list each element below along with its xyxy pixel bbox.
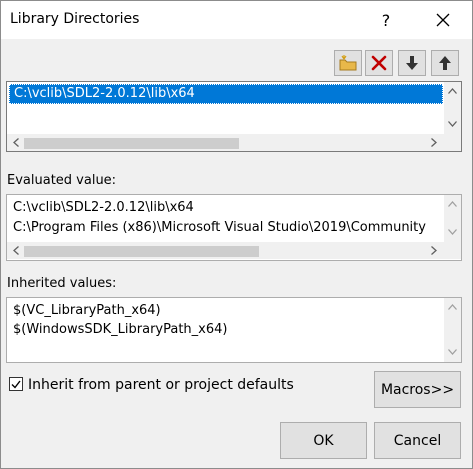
- chevron-right-icon: [430, 246, 437, 255]
- inherited-values-label: Inherited values:: [7, 276, 117, 291]
- evaluated-value-box[interactable]: C:\vclib\SDL2-2.0.12\lib\x64 C:\Program …: [6, 194, 462, 261]
- chevron-right-icon: [430, 138, 437, 147]
- scroll-down-arrow[interactable]: [444, 223, 461, 240]
- evaluated-line: C:\vclib\SDL2-2.0.12\lib\x64: [13, 200, 194, 215]
- scroll-corner: [444, 242, 461, 259]
- library-directories-dialog: Library Directories ? C:\vclib\SDL2-2.0.…: [0, 0, 473, 469]
- dialog-title: Library Directories: [10, 11, 140, 27]
- close-button[interactable]: [421, 1, 465, 39]
- cancel-button-label: Cancel: [393, 432, 442, 449]
- inherited-values-box[interactable]: $(VC_LibraryPath_x64) $(WindowsSDK_Libra…: [6, 297, 462, 363]
- arrow-up-icon: [439, 56, 451, 70]
- macros-button-label: Macros>>: [380, 381, 455, 398]
- ok-button-label: OK: [313, 432, 334, 449]
- scroll-down-arrow[interactable]: [444, 343, 461, 360]
- list-item-text: C:\vclib\SDL2-2.0.12\lib\x64: [14, 86, 195, 101]
- scroll-up-arrow[interactable]: [444, 82, 461, 99]
- scroll-right-arrow[interactable]: [425, 242, 442, 259]
- list-item-selected[interactable]: C:\vclib\SDL2-2.0.12\lib\x64: [9, 84, 443, 104]
- chevron-down-icon: [448, 228, 457, 235]
- arrow-down-icon: [406, 56, 418, 70]
- delete-line-button[interactable]: [365, 50, 393, 76]
- scroll-thumb[interactable]: [24, 138, 239, 149]
- cancel-button[interactable]: Cancel: [374, 422, 461, 459]
- chevron-up-icon: [448, 200, 457, 207]
- vertical-scrollbar[interactable]: [444, 82, 461, 134]
- help-button[interactable]: ?: [367, 1, 405, 39]
- inherited-line: $(VC_LibraryPath_x64): [13, 303, 161, 318]
- inherit-checkbox[interactable]: [9, 377, 23, 391]
- folder-new-icon: [339, 55, 357, 71]
- move-up-button[interactable]: [431, 50, 459, 76]
- chevron-up-icon: [448, 303, 457, 310]
- chevron-up-icon: [448, 87, 457, 94]
- scroll-up-arrow[interactable]: [444, 298, 461, 315]
- directories-list[interactable]: C:\vclib\SDL2-2.0.12\lib\x64: [6, 81, 462, 152]
- chevron-down-icon: [448, 348, 457, 355]
- close-icon: [436, 13, 450, 27]
- inherit-checkbox-label[interactable]: Inherit from parent or project defaults: [28, 377, 294, 393]
- scroll-corner: [444, 134, 461, 151]
- ok-button[interactable]: OK: [280, 422, 367, 459]
- horizontal-scrollbar[interactable]: [7, 134, 444, 151]
- scroll-down-arrow[interactable]: [444, 115, 461, 132]
- scroll-up-arrow[interactable]: [444, 195, 461, 212]
- chevron-down-icon: [448, 120, 457, 127]
- evaluated-line: C:\Program Files (x86)\Microsoft Visual …: [13, 220, 426, 235]
- evaluated-value-label: Evaluated value:: [7, 173, 117, 188]
- checkmark-icon: [11, 380, 21, 389]
- move-down-button[interactable]: [398, 50, 426, 76]
- scroll-left-arrow[interactable]: [7, 134, 24, 151]
- horizontal-scrollbar[interactable]: [7, 242, 444, 259]
- new-line-button[interactable]: [334, 50, 362, 76]
- chevron-left-icon: [12, 138, 19, 147]
- delete-x-icon: [371, 55, 387, 71]
- inherited-line: $(WindowsSDK_LibraryPath_x64): [13, 322, 228, 337]
- scroll-left-arrow[interactable]: [7, 242, 24, 259]
- macros-button[interactable]: Macros>>: [374, 371, 461, 408]
- scroll-thumb[interactable]: [24, 246, 259, 257]
- title-bar: Library Directories ?: [1, 1, 472, 39]
- vertical-scrollbar[interactable]: [444, 298, 461, 362]
- scroll-right-arrow[interactable]: [425, 134, 442, 151]
- vertical-scrollbar[interactable]: [444, 195, 461, 242]
- chevron-left-icon: [12, 246, 19, 255]
